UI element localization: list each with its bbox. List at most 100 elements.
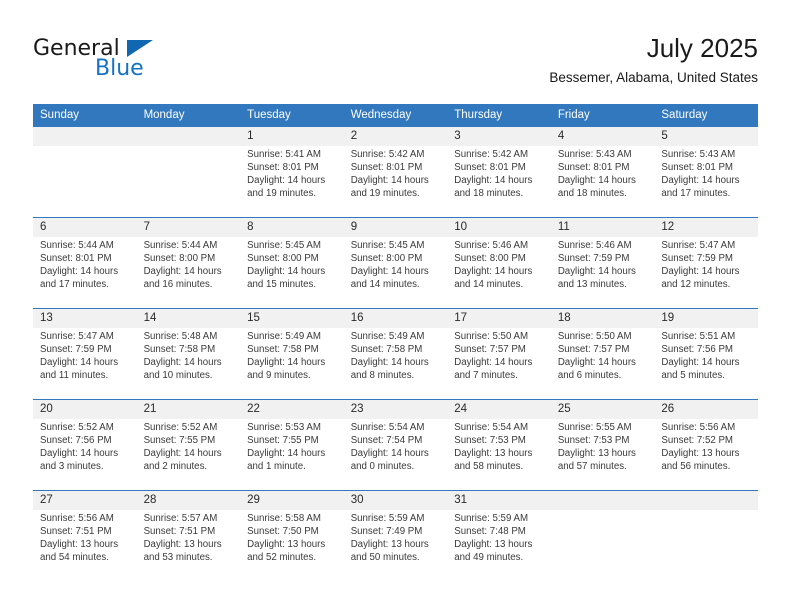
day-cell[interactable]: 25 Sunrise: 5:55 AM Sunset: 7:53 PM Dayl…: [550, 399, 655, 491]
daylight-text-line1: Daylight: 14 hours: [247, 356, 326, 368]
day-cell[interactable]: 4 Sunrise: 5:43 AM Sunset: 8:01 PM Dayli…: [550, 127, 655, 218]
sunset-text: Sunset: 8:01 PM: [557, 161, 630, 173]
day-number: 24: [447, 400, 551, 419]
day-number: 22: [240, 400, 344, 419]
daylight-text-line1: Daylight: 14 hours: [40, 265, 119, 277]
day-number: 31: [447, 491, 551, 510]
day-details: Sunrise: 5:50 AM Sunset: 7:57 PM Dayligh…: [447, 328, 551, 383]
daylight-text-line2: and 17 minutes.: [661, 187, 731, 199]
day-cell[interactable]: 7 Sunrise: 5:44 AM Sunset: 8:00 PM Dayli…: [136, 217, 241, 309]
day-cell[interactable]: [136, 127, 241, 218]
day-cell[interactable]: [654, 490, 758, 581]
sunrise-text: Sunrise: 5:50 AM: [454, 331, 529, 342]
day-number: 23: [343, 400, 448, 419]
day-details: Sunrise: 5:47 AM Sunset: 7:59 PM Dayligh…: [33, 328, 137, 383]
page-header: General Blue July 2025 Bessemer, Alabama…: [33, 32, 758, 94]
day-cell[interactable]: 30 Sunrise: 5:59 AM Sunset: 7:49 PM Dayl…: [343, 490, 448, 581]
day-details: Sunrise: 5:46 AM Sunset: 7:59 PM Dayligh…: [551, 237, 655, 292]
day-number: 12: [654, 218, 758, 237]
day-cell[interactable]: 8 Sunrise: 5:45 AM Sunset: 8:00 PM Dayli…: [240, 217, 344, 309]
day-cell[interactable]: 21 Sunrise: 5:52 AM Sunset: 7:55 PM Dayl…: [136, 399, 241, 491]
daylight-text-line2: and 58 minutes.: [454, 460, 524, 472]
weekday-header-friday: Friday: [550, 104, 655, 127]
day-cell[interactable]: 3 Sunrise: 5:42 AM Sunset: 8:01 PM Dayli…: [447, 127, 551, 218]
day-cell[interactable]: [550, 490, 655, 581]
sunset-text: Sunset: 7:56 PM: [661, 343, 733, 355]
day-cell[interactable]: 27 Sunrise: 5:56 AM Sunset: 7:51 PM Dayl…: [33, 490, 137, 581]
day-details: Sunrise: 5:55 AM Sunset: 7:53 PM Dayligh…: [551, 419, 655, 474]
weekday-header-thursday: Thursday: [447, 104, 551, 127]
day-cell[interactable]: 12 Sunrise: 5:47 AM Sunset: 7:59 PM Dayl…: [654, 217, 758, 309]
day-cell[interactable]: 31 Sunrise: 5:59 AM Sunset: 7:48 PM Dayl…: [447, 490, 551, 581]
day-number: 7: [136, 218, 241, 237]
daylight-text-line2: and 1 minute.: [247, 460, 306, 472]
day-cell[interactable]: 6 Sunrise: 5:44 AM Sunset: 8:01 PM Dayli…: [33, 217, 137, 309]
sunrise-text: Sunrise: 5:44 AM: [143, 240, 218, 251]
daylight-text-line2: and 16 minutes.: [143, 278, 213, 290]
day-cell[interactable]: 16 Sunrise: 5:49 AM Sunset: 7:58 PM Dayl…: [343, 308, 448, 400]
day-number: 26: [654, 400, 758, 419]
day-details: Sunrise: 5:43 AM Sunset: 8:01 PM Dayligh…: [551, 146, 655, 201]
day-cell[interactable]: 1 Sunrise: 5:41 AM Sunset: 8:01 PM Dayli…: [240, 127, 344, 218]
daylight-text-line2: and 12 minutes.: [661, 278, 731, 290]
day-cell[interactable]: 14 Sunrise: 5:48 AM Sunset: 7:58 PM Dayl…: [136, 308, 241, 400]
day-details: Sunrise: 5:42 AM Sunset: 8:01 PM Dayligh…: [344, 146, 448, 201]
sunset-text: Sunset: 8:00 PM: [454, 252, 526, 264]
sunset-text: Sunset: 7:49 PM: [350, 525, 423, 537]
logo-text-blue: Blue: [95, 56, 144, 81]
day-cell[interactable]: 28 Sunrise: 5:57 AM Sunset: 7:51 PM Dayl…: [136, 490, 241, 581]
day-cell[interactable]: 5 Sunrise: 5:43 AM Sunset: 8:01 PM Dayli…: [654, 127, 758, 218]
day-number: 10: [447, 218, 551, 237]
day-details: Sunrise: 5:59 AM Sunset: 7:48 PM Dayligh…: [447, 510, 551, 565]
weekday-header-wednesday: Wednesday: [343, 104, 448, 127]
sunrise-text: Sunrise: 5:51 AM: [661, 331, 736, 342]
day-number: 6: [33, 218, 137, 237]
day-cell[interactable]: 20 Sunrise: 5:52 AM Sunset: 7:56 PM Dayl…: [33, 399, 137, 491]
day-cell[interactable]: 18 Sunrise: 5:50 AM Sunset: 7:57 PM Dayl…: [550, 308, 655, 400]
day-cell[interactable]: 2 Sunrise: 5:42 AM Sunset: 8:01 PM Dayli…: [343, 127, 448, 218]
day-number: 29: [240, 491, 344, 510]
day-cell[interactable]: 26 Sunrise: 5:56 AM Sunset: 7:52 PM Dayl…: [654, 399, 758, 491]
day-cell[interactable]: 19 Sunrise: 5:51 AM Sunset: 7:56 PM Dayl…: [654, 308, 758, 400]
day-cell[interactable]: 29 Sunrise: 5:58 AM Sunset: 7:50 PM Dayl…: [240, 490, 344, 581]
daylight-text-line1: Daylight: 14 hours: [454, 174, 533, 186]
daylight-text-line1: Daylight: 14 hours: [350, 447, 429, 459]
sunrise-text: Sunrise: 5:49 AM: [350, 331, 425, 342]
day-cell[interactable]: 11 Sunrise: 5:46 AM Sunset: 7:59 PM Dayl…: [550, 217, 655, 309]
daylight-text-line2: and 18 minutes.: [557, 187, 627, 199]
day-cell[interactable]: 22 Sunrise: 5:53 AM Sunset: 7:55 PM Dayl…: [240, 399, 344, 491]
calendar-page: General Blue July 2025 Bessemer, Alabama…: [0, 0, 792, 612]
day-cell[interactable]: 23 Sunrise: 5:54 AM Sunset: 7:54 PM Dayl…: [343, 399, 448, 491]
day-cell[interactable]: 17 Sunrise: 5:50 AM Sunset: 7:57 PM Dayl…: [447, 308, 551, 400]
sunset-text: Sunset: 7:58 PM: [350, 343, 423, 355]
daylight-text-line1: Daylight: 14 hours: [350, 356, 429, 368]
day-cell[interactable]: [33, 127, 137, 218]
day-cell[interactable]: 24 Sunrise: 5:54 AM Sunset: 7:53 PM Dayl…: [447, 399, 551, 491]
sunset-text: Sunset: 7:55 PM: [247, 434, 319, 446]
general-blue-logo[interactable]: General Blue: [33, 36, 233, 84]
day-details: Sunrise: 5:57 AM Sunset: 7:51 PM Dayligh…: [137, 510, 241, 565]
day-details: Sunrise: 5:54 AM Sunset: 7:54 PM Dayligh…: [344, 419, 448, 474]
day-details: Sunrise: 5:45 AM Sunset: 8:00 PM Dayligh…: [240, 237, 344, 292]
daylight-text-line2: and 9 minutes.: [247, 369, 311, 381]
sunrise-text: Sunrise: 5:46 AM: [454, 240, 529, 251]
day-details: Sunrise: 5:56 AM Sunset: 7:52 PM Dayligh…: [654, 419, 758, 474]
day-number: 30: [343, 491, 448, 510]
day-cell[interactable]: 15 Sunrise: 5:49 AM Sunset: 7:58 PM Dayl…: [240, 308, 344, 400]
day-cell[interactable]: 13 Sunrise: 5:47 AM Sunset: 7:59 PM Dayl…: [33, 308, 137, 400]
daylight-text-line1: Daylight: 13 hours: [143, 538, 222, 550]
sunrise-text: Sunrise: 5:53 AM: [247, 422, 321, 433]
day-number: 17: [447, 309, 551, 328]
sunrise-text: Sunrise: 5:47 AM: [40, 331, 114, 342]
daylight-text-line2: and 53 minutes.: [143, 551, 213, 563]
daylight-text-line1: Daylight: 14 hours: [143, 356, 222, 368]
day-number: 13: [33, 309, 137, 328]
sunset-text: Sunset: 7:59 PM: [661, 252, 733, 264]
day-details: Sunrise: 5:47 AM Sunset: 7:59 PM Dayligh…: [654, 237, 758, 292]
day-cell[interactable]: 9 Sunrise: 5:45 AM Sunset: 8:00 PM Dayli…: [343, 217, 448, 309]
daylight-text-line1: Daylight: 13 hours: [661, 447, 740, 459]
day-cell[interactable]: 10 Sunrise: 5:46 AM Sunset: 8:00 PM Dayl…: [447, 217, 551, 309]
daylight-text-line1: Daylight: 14 hours: [661, 174, 740, 186]
daylight-text-line2: and 56 minutes.: [661, 460, 731, 472]
day-number: 15: [240, 309, 344, 328]
